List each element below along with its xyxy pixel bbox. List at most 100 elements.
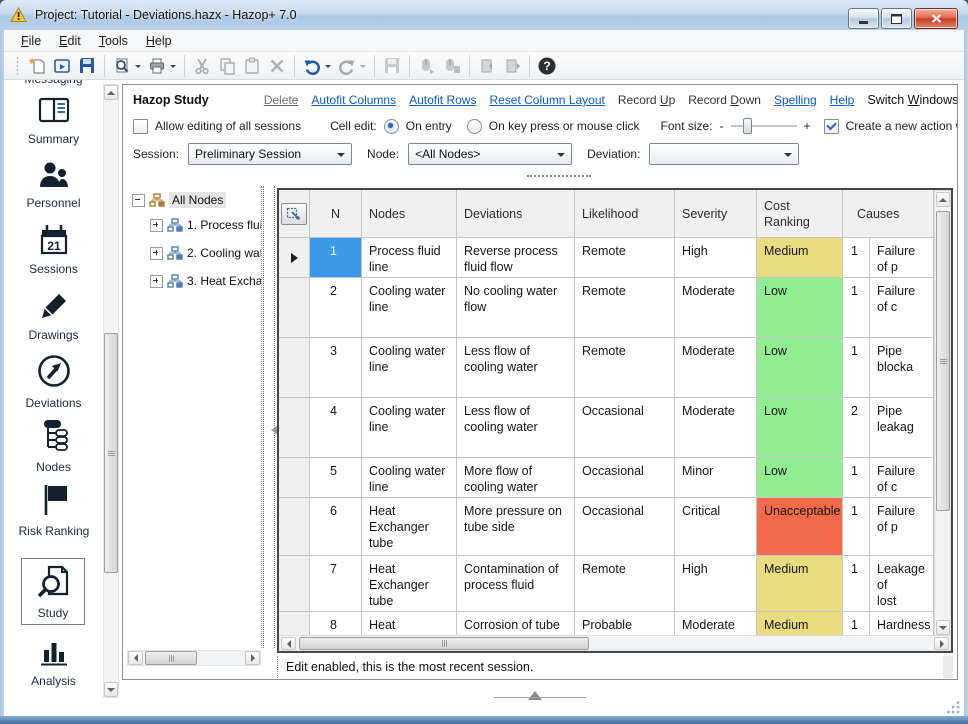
tree-node-root[interactable]: All Nodes xyxy=(132,192,226,208)
cell-severity[interactable]: Moderate xyxy=(675,612,757,637)
cell-causes[interactable]: Pipe blocka xyxy=(870,338,934,398)
cell-n[interactable]: 4 xyxy=(310,398,362,458)
table-row[interactable]: 1 Process fluid line Reverse process flu… xyxy=(279,238,934,278)
close-button[interactable] xyxy=(914,8,958,29)
header-deviations[interactable]: Deviations xyxy=(457,190,575,238)
sidebar-item-summary[interactable]: Summary xyxy=(4,96,103,146)
cell-cost-ranking[interactable]: Low xyxy=(757,338,843,398)
cell-causes[interactable]: Failure of p xyxy=(870,498,934,556)
minimize-button[interactable] xyxy=(848,8,879,29)
cell-n[interactable]: 7 xyxy=(310,556,362,612)
delete-link[interactable]: Delete xyxy=(264,93,299,107)
header-n[interactable]: N xyxy=(310,190,362,238)
cell-cause-number[interactable]: 1 xyxy=(843,458,870,498)
undo-icon[interactable] xyxy=(300,54,324,78)
header-likelihood[interactable]: Likelihood xyxy=(575,190,675,238)
scroll-up-button[interactable] xyxy=(936,192,950,207)
spelling-link[interactable]: Spelling xyxy=(774,93,817,107)
scroll-left-button[interactable] xyxy=(128,651,143,665)
cell-causes[interactable]: Pipe leakag xyxy=(870,398,934,458)
scroll-left-button[interactable] xyxy=(281,637,296,650)
row-selector[interactable] xyxy=(279,278,310,338)
save-session-icon[interactable] xyxy=(380,54,404,78)
grid-horizontal-scrollbar[interactable] xyxy=(279,635,951,651)
cell-cause-number[interactable]: 1 xyxy=(843,238,870,278)
cell-cost-ranking[interactable]: Low xyxy=(757,278,843,338)
cell-deviations[interactable]: No cooling water flow xyxy=(457,278,575,338)
cell-likelihood[interactable]: Remote xyxy=(575,338,675,398)
paste-record-icon[interactable] xyxy=(440,54,464,78)
cell-causes[interactable]: Leakage of lost xyxy=(870,556,934,612)
cell-cost-ranking[interactable]: Unacceptable xyxy=(757,498,843,556)
cell-nodes[interactable]: Heat Exchanger tube xyxy=(362,556,457,612)
cell-likelihood[interactable]: Remote xyxy=(575,278,675,338)
sidebar-item-study[interactable]: Study xyxy=(21,558,85,625)
cell-n[interactable]: 2 xyxy=(310,278,362,338)
new-icon[interactable] xyxy=(25,54,49,78)
table-row[interactable]: 4 Cooling water line Less flow of coolin… xyxy=(279,398,934,458)
create-action-checkbox[interactable] xyxy=(824,119,839,134)
allow-editing-checkbox[interactable] xyxy=(133,119,148,134)
tree-grid-splitter[interactable] xyxy=(263,186,275,648)
sidebar-scrollbar[interactable] xyxy=(103,84,119,698)
cell-cause-number[interactable]: 1 xyxy=(843,556,870,612)
slider-thumb[interactable] xyxy=(743,118,752,134)
redo-icon[interactable] xyxy=(335,54,359,78)
select-all-button[interactable] xyxy=(281,203,307,225)
collapse-icon[interactable] xyxy=(132,194,145,207)
move-record-down-icon[interactable] xyxy=(500,54,524,78)
cell-likelihood[interactable]: Remote xyxy=(575,238,675,278)
cell-deviations[interactable]: Contamination of process fluid xyxy=(457,556,575,612)
table-row[interactable]: 8 Heat Corrosion of tube Probable Modera… xyxy=(279,612,934,637)
cell-nodes[interactable]: Cooling water line xyxy=(362,278,457,338)
header-severity[interactable]: Severity xyxy=(675,190,757,238)
print-preview-icon[interactable] xyxy=(110,54,134,78)
record-up-button[interactable]: Record Up xyxy=(618,93,675,107)
cell-deviations[interactable]: Corrosion of tube xyxy=(457,612,575,637)
reset-column-layout-link[interactable]: Reset Column Layout xyxy=(489,93,604,107)
cell-n[interactable]: 8 xyxy=(310,612,362,637)
menu-edit[interactable]: Edit xyxy=(50,32,90,50)
cell-cost-ranking[interactable]: Low xyxy=(757,458,843,498)
scroll-right-button[interactable] xyxy=(934,637,949,650)
sidebar-item-deviations[interactable]: Deviations xyxy=(4,352,103,410)
cell-likelihood[interactable]: Occasional xyxy=(575,458,675,498)
cell-cost-ranking[interactable]: Medium xyxy=(757,238,843,278)
scroll-down-button[interactable] xyxy=(936,620,950,635)
tree-node[interactable]: 1. Process fluid xyxy=(150,218,262,232)
undo-caret-icon[interactable] xyxy=(325,65,331,71)
cell-causes[interactable]: Failure of c xyxy=(870,278,934,338)
deviation-dropdown[interactable] xyxy=(649,143,799,165)
sidebar-item-analysis[interactable]: Analysis xyxy=(4,638,103,688)
cell-causes[interactable]: Hardness o xyxy=(870,612,934,637)
sidebar-item-messaging[interactable]: Messaging xyxy=(4,80,103,86)
cell-likelihood[interactable]: Occasional xyxy=(575,398,675,458)
tree-node[interactable]: 3. Heat Exchar xyxy=(150,274,262,288)
row-selector[interactable] xyxy=(279,612,310,637)
cell-cause-number[interactable]: 1 xyxy=(843,338,870,398)
scroll-down-button[interactable] xyxy=(104,682,118,697)
autofit-columns-link[interactable]: Autofit Columns xyxy=(311,93,396,107)
sidebar-item-personnel[interactable]: Personnel xyxy=(4,160,103,210)
menu-file[interactable]: File xyxy=(12,32,50,50)
copy-record-icon[interactable] xyxy=(415,54,439,78)
open-icon[interactable] xyxy=(50,54,74,78)
font-size-slider[interactable] xyxy=(731,117,797,135)
row-selector[interactable] xyxy=(279,458,310,498)
cell-nodes[interactable]: Cooling water line xyxy=(362,458,457,498)
cut-icon[interactable] xyxy=(190,54,214,78)
bottom-splitter-line[interactable] xyxy=(494,697,586,698)
row-selector[interactable] xyxy=(279,556,310,612)
cell-deviations[interactable]: Reverse process fluid flow xyxy=(457,238,575,278)
cell-severity[interactable]: High xyxy=(675,556,757,612)
on-entry-radio[interactable] xyxy=(384,119,399,134)
table-row[interactable]: 6 Heat Exchanger tube More pressure on t… xyxy=(279,498,934,556)
row-selector[interactable] xyxy=(279,238,310,278)
cell-cost-ranking[interactable]: Medium xyxy=(757,612,843,637)
autofit-rows-link[interactable]: Autofit Rows xyxy=(409,93,476,107)
restore-button[interactable] xyxy=(881,8,912,29)
scrollbar-thumb[interactable] xyxy=(299,637,589,650)
session-dropdown[interactable]: Preliminary Session xyxy=(188,143,352,165)
sidebar-item-risk-ranking[interactable]: Risk Ranking xyxy=(17,482,91,538)
cell-nodes[interactable]: Heat xyxy=(362,612,457,637)
